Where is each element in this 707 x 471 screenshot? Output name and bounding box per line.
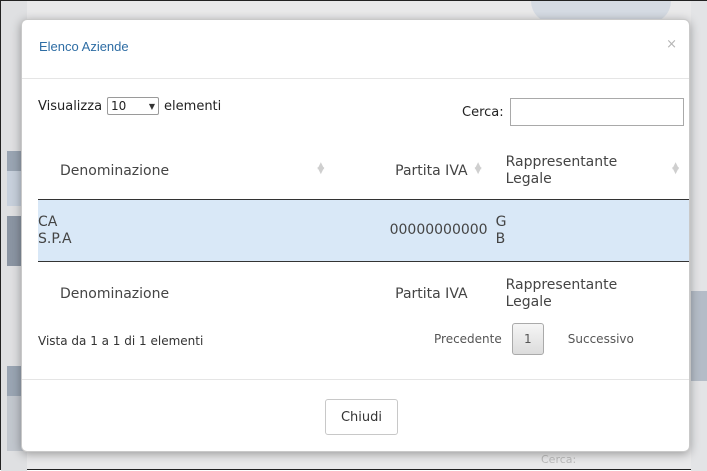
footer-denominazione: Denominazione xyxy=(60,286,170,302)
background-right-panel xyxy=(691,1,707,471)
page-length-value: 10 xyxy=(111,99,127,113)
close-icon[interactable]: × xyxy=(666,37,677,52)
background-block xyxy=(691,291,707,381)
sort-icon: ▲ ▼ xyxy=(317,161,325,176)
chevron-down-icon: ▼ xyxy=(148,101,156,111)
pagination-info: Vista da 1 a 1 di 1 elementi xyxy=(38,334,204,348)
length-suffix-label: elementi xyxy=(164,98,222,114)
companies-modal: Elenco Aziende × Visualizza 10 ▼ element… xyxy=(21,19,690,452)
column-header-denominazione[interactable]: Denominazione ▲ ▼ xyxy=(38,143,343,200)
footer-partita-iva: Partita IVA xyxy=(395,286,468,302)
column-header-label: Rappresentante Legale xyxy=(505,154,618,187)
modal-title: Elenco Aziende xyxy=(39,39,129,54)
search-input[interactable] xyxy=(509,98,684,126)
search-label: Cerca: xyxy=(462,104,504,120)
sort-icon: ▲ ▼ xyxy=(474,161,482,176)
modal-footer: Chiudi xyxy=(22,379,689,454)
column-header-partita-iva[interactable]: Partita IVA ▲ ▼ xyxy=(342,143,492,200)
cell-partita-iva: 00000000000 xyxy=(342,199,492,262)
column-header-rappresentante[interactable]: Rappresentante Legale ▲ ▼ xyxy=(491,143,689,200)
page-length-select[interactable]: 10 ▼ xyxy=(107,97,160,115)
page-length-control: Visualizza 10 ▼ elementi xyxy=(38,97,221,115)
pagination: Precedente 1 Successivo xyxy=(434,323,634,355)
page-1-button[interactable]: 1 xyxy=(511,323,544,355)
cell-denominazione: CA S.P.A xyxy=(38,199,343,262)
modal-header: Elenco Aziende × xyxy=(22,20,689,79)
previous-page-button[interactable]: Precedente xyxy=(434,332,502,346)
table-footer-row: Denominazione Partita IVA Rappresentante… xyxy=(38,262,689,327)
search-control: Cerca: xyxy=(462,98,684,126)
column-header-label: Denominazione xyxy=(60,163,170,179)
footer-rappresentante: Rappresentante Legale xyxy=(505,277,618,310)
background-search-label: Cerca: xyxy=(541,453,577,466)
table-row[interactable]: CA S.P.A 00000000000 GB xyxy=(38,199,689,262)
close-button[interactable]: Chiudi xyxy=(325,399,398,435)
cell-rappresentante: GB xyxy=(491,199,689,262)
sort-icon: ▲ ▼ xyxy=(672,161,679,176)
next-page-button[interactable]: Successivo xyxy=(568,332,634,346)
length-prefix-label: Visualizza xyxy=(38,98,103,114)
table-header-row: Denominazione ▲ ▼ Partita IVA ▲ ▼ Rapprese… xyxy=(38,143,689,200)
companies-table: Denominazione ▲ ▼ Partita IVA ▲ ▼ Rapprese… xyxy=(38,143,689,326)
